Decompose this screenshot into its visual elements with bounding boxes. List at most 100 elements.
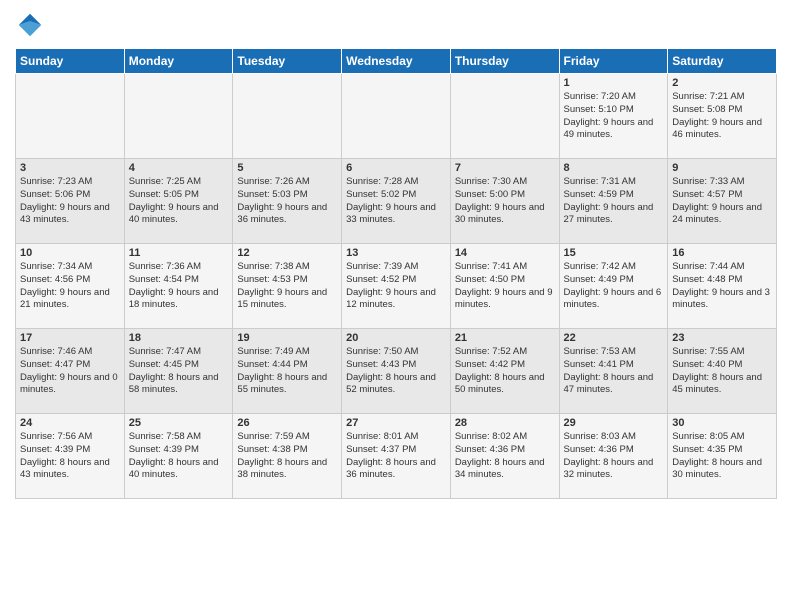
- day-info: Sunrise: 7:21 AM Sunset: 5:08 PM Dayligh…: [672, 91, 772, 142]
- day-info: Sunrise: 7:53 AM Sunset: 4:41 PM Dayligh…: [564, 346, 664, 397]
- day-number: 27: [346, 417, 446, 429]
- day-number: 4: [129, 162, 229, 174]
- day-info: Sunrise: 7:52 AM Sunset: 4:42 PM Dayligh…: [455, 346, 555, 397]
- day-number: 5: [237, 162, 337, 174]
- day-info: Sunrise: 7:44 AM Sunset: 4:48 PM Dayligh…: [672, 261, 772, 312]
- day-number: 26: [237, 417, 337, 429]
- header-thursday: Thursday: [450, 49, 559, 74]
- day-number: 24: [20, 417, 120, 429]
- day-number: 13: [346, 247, 446, 259]
- day-cell: [233, 74, 342, 159]
- day-cell: [16, 74, 125, 159]
- day-number: 11: [129, 247, 229, 259]
- day-info: Sunrise: 8:03 AM Sunset: 4:36 PM Dayligh…: [564, 431, 664, 482]
- day-info: Sunrise: 7:41 AM Sunset: 4:50 PM Dayligh…: [455, 261, 555, 312]
- header-saturday: Saturday: [668, 49, 777, 74]
- week-row-3: 10Sunrise: 7:34 AM Sunset: 4:56 PM Dayli…: [16, 244, 777, 329]
- day-cell: 1 Sunrise: 7:20 AM Sunset: 5:10 PM Daylig…: [559, 74, 668, 159]
- day-info: Sunrise: 7:55 AM Sunset: 4:40 PM Dayligh…: [672, 346, 772, 397]
- day-cell: 26 Sunrise: 7:59 AM Sunset: 4:38 PM Dayli…: [233, 414, 342, 499]
- calendar-header-row: SundayMondayTuesdayWednesdayThursdayFrid…: [16, 49, 777, 74]
- day-number: 12: [237, 247, 337, 259]
- day-number: 30: [672, 417, 772, 429]
- header-sunday: Sunday: [16, 49, 125, 74]
- day-info: Sunrise: 8:05 AM Sunset: 4:35 PM Dayligh…: [672, 431, 772, 482]
- week-row-4: 17Sunrise: 7:46 AM Sunset: 4:47 PM Dayli…: [16, 329, 777, 414]
- day-cell: 28 Sunrise: 8:02 AM Sunset: 4:36 PM Dayli…: [450, 414, 559, 499]
- day-number: 15: [564, 247, 664, 259]
- logo: [15, 10, 49, 40]
- day-cell: 24 Sunrise: 7:56 AM Sunset: 4:39 PM Dayli…: [16, 414, 125, 499]
- day-cell: 5 Sunrise: 7:26 AM Sunset: 5:03 PM Daylig…: [233, 159, 342, 244]
- day-cell: 30 Sunrise: 8:05 AM Sunset: 4:35 PM Dayli…: [668, 414, 777, 499]
- day-info: Sunrise: 7:26 AM Sunset: 5:03 PM Dayligh…: [237, 176, 337, 227]
- day-cell: 15 Sunrise: 7:42 AM Sunset: 4:49 PM Dayli…: [559, 244, 668, 329]
- day-info: Sunrise: 8:02 AM Sunset: 4:36 PM Dayligh…: [455, 431, 555, 482]
- day-cell: 18Sunrise: 7:47 AM Sunset: 4:45 PM Dayli…: [124, 329, 233, 414]
- day-cell: 25 Sunrise: 7:58 AM Sunset: 4:39 PM Dayli…: [124, 414, 233, 499]
- day-cell: 11 Sunrise: 7:36 AM Sunset: 4:54 PM Dayli…: [124, 244, 233, 329]
- day-number: 21: [455, 332, 555, 344]
- header-wednesday: Wednesday: [342, 49, 451, 74]
- day-cell: 9 Sunrise: 7:33 AM Sunset: 4:57 PM Daylig…: [668, 159, 777, 244]
- day-number: 22: [564, 332, 664, 344]
- day-cell: 2 Sunrise: 7:21 AM Sunset: 5:08 PM Daylig…: [668, 74, 777, 159]
- day-cell: 16Sunrise: 7:44 AM Sunset: 4:48 PM Dayli…: [668, 244, 777, 329]
- day-number: 9: [672, 162, 772, 174]
- day-info: Sunrise: 7:46 AM Sunset: 4:47 PM Dayligh…: [20, 346, 120, 397]
- day-cell: 23 Sunrise: 7:55 AM Sunset: 4:40 PM Dayli…: [668, 329, 777, 414]
- logo-icon: [15, 10, 45, 40]
- day-cell: 22 Sunrise: 7:53 AM Sunset: 4:41 PM Dayli…: [559, 329, 668, 414]
- day-info: Sunrise: 7:23 AM Sunset: 5:06 PM Dayligh…: [20, 176, 120, 227]
- day-info: Sunrise: 7:59 AM Sunset: 4:38 PM Dayligh…: [237, 431, 337, 482]
- day-number: 6: [346, 162, 446, 174]
- day-cell: 4Sunrise: 7:25 AM Sunset: 5:05 PM Daylig…: [124, 159, 233, 244]
- day-info: Sunrise: 7:42 AM Sunset: 4:49 PM Dayligh…: [564, 261, 664, 312]
- week-row-2: 3 Sunrise: 7:23 AM Sunset: 5:06 PM Daylig…: [16, 159, 777, 244]
- day-number: 2: [672, 77, 772, 89]
- day-number: 25: [129, 417, 229, 429]
- page-header: [15, 10, 777, 40]
- day-cell: 17Sunrise: 7:46 AM Sunset: 4:47 PM Dayli…: [16, 329, 125, 414]
- day-cell: [450, 74, 559, 159]
- day-number: 29: [564, 417, 664, 429]
- day-number: 1: [564, 77, 664, 89]
- day-cell: 29 Sunrise: 8:03 AM Sunset: 4:36 PM Dayli…: [559, 414, 668, 499]
- week-row-5: 24 Sunrise: 7:56 AM Sunset: 4:39 PM Dayli…: [16, 414, 777, 499]
- day-cell: [124, 74, 233, 159]
- day-info: Sunrise: 7:31 AM Sunset: 4:59 PM Dayligh…: [564, 176, 664, 227]
- day-info: Sunrise: 7:49 AM Sunset: 4:44 PM Dayligh…: [237, 346, 337, 397]
- day-number: 7: [455, 162, 555, 174]
- day-cell: 14 Sunrise: 7:41 AM Sunset: 4:50 PM Dayli…: [450, 244, 559, 329]
- day-cell: 13Sunrise: 7:39 AM Sunset: 4:52 PM Dayli…: [342, 244, 451, 329]
- day-info: Sunrise: 7:20 AM Sunset: 5:10 PM Dayligh…: [564, 91, 664, 142]
- day-cell: 27 Sunrise: 8:01 AM Sunset: 4:37 PM Dayli…: [342, 414, 451, 499]
- day-number: 23: [672, 332, 772, 344]
- day-cell: 8 Sunrise: 7:31 AM Sunset: 4:59 PM Daylig…: [559, 159, 668, 244]
- day-cell: 10Sunrise: 7:34 AM Sunset: 4:56 PM Dayli…: [16, 244, 125, 329]
- day-info: Sunrise: 8:01 AM Sunset: 4:37 PM Dayligh…: [346, 431, 446, 482]
- day-info: Sunrise: 7:56 AM Sunset: 4:39 PM Dayligh…: [20, 431, 120, 482]
- header-friday: Friday: [559, 49, 668, 74]
- day-info: Sunrise: 7:28 AM Sunset: 5:02 PM Dayligh…: [346, 176, 446, 227]
- day-info: Sunrise: 7:30 AM Sunset: 5:00 PM Dayligh…: [455, 176, 555, 227]
- day-cell: 3 Sunrise: 7:23 AM Sunset: 5:06 PM Daylig…: [16, 159, 125, 244]
- day-cell: 21 Sunrise: 7:52 AM Sunset: 4:42 PM Dayli…: [450, 329, 559, 414]
- day-cell: 6 Sunrise: 7:28 AM Sunset: 5:02 PM Daylig…: [342, 159, 451, 244]
- day-info: Sunrise: 7:50 AM Sunset: 4:43 PM Dayligh…: [346, 346, 446, 397]
- day-number: 8: [564, 162, 664, 174]
- day-info: Sunrise: 7:38 AM Sunset: 4:53 PM Dayligh…: [237, 261, 337, 312]
- day-number: 18: [129, 332, 229, 344]
- day-info: Sunrise: 7:36 AM Sunset: 4:54 PM Dayligh…: [129, 261, 229, 312]
- header-tuesday: Tuesday: [233, 49, 342, 74]
- day-number: 19: [237, 332, 337, 344]
- calendar-table: SundayMondayTuesdayWednesdayThursdayFrid…: [15, 48, 777, 499]
- day-cell: [342, 74, 451, 159]
- day-number: 28: [455, 417, 555, 429]
- header-monday: Monday: [124, 49, 233, 74]
- day-info: Sunrise: 7:58 AM Sunset: 4:39 PM Dayligh…: [129, 431, 229, 482]
- day-number: 14: [455, 247, 555, 259]
- day-number: 3: [20, 162, 120, 174]
- day-info: Sunrise: 7:33 AM Sunset: 4:57 PM Dayligh…: [672, 176, 772, 227]
- day-cell: 20Sunrise: 7:50 AM Sunset: 4:43 PM Dayli…: [342, 329, 451, 414]
